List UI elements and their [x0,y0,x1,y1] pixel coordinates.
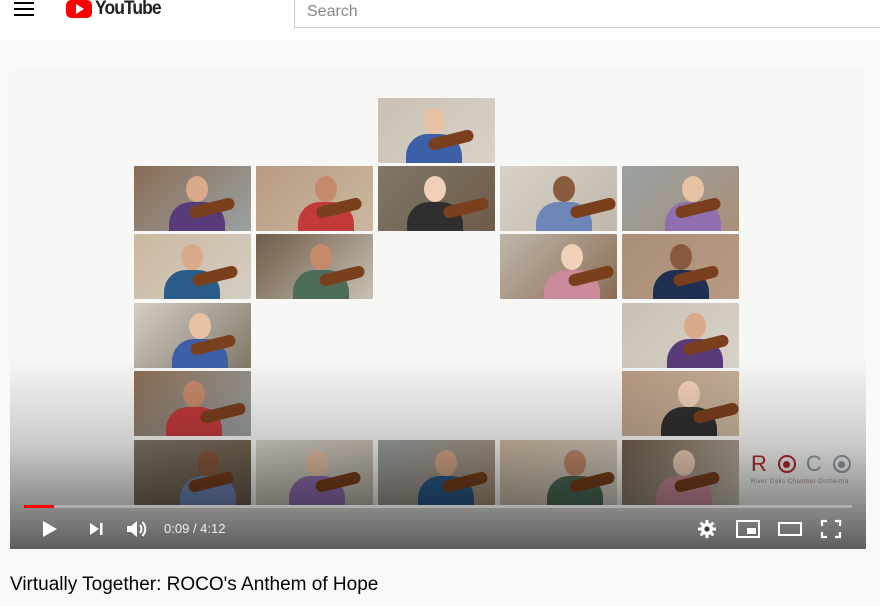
musician-video-tile [378,440,495,505]
roco-circle-mark [777,455,796,473]
current-time: 0:09 [164,521,190,536]
youtube-logo-icon [66,0,92,18]
hamburger-icon[interactable] [14,2,34,16]
theater-mode-icon [778,522,802,536]
video-player[interactable]: R C River Oaks Chamber Orchestra 0:09 / [10,68,866,549]
progress-played [24,505,54,508]
volume-icon [127,521,147,537]
musician-video-tile [256,166,373,231]
time-display: 0:09 / 4:12 [164,521,225,536]
musician-video-tile [622,440,739,505]
musician-video-tile [378,98,495,163]
musician-video-tile [622,303,739,368]
theater-mode-button[interactable] [776,515,804,543]
gear-icon [698,520,716,538]
musician-video-tile [134,166,251,231]
video-title: Virtually Together: ROCO's Anthem of Hop… [10,574,379,595]
play-button[interactable] [38,515,62,543]
roco-letter-c: C [805,451,823,476]
miniplayer-icon [736,520,760,538]
musician-video-tile [500,234,617,299]
musician-video-tile [500,440,617,505]
next-button[interactable] [86,515,108,543]
youtube-logo-text: YouTube [95,0,162,19]
musician-video-tile [134,234,251,299]
musician-video-tile [134,371,251,436]
musician-video-tile [622,371,739,436]
player-controls: 0:09 / 4:12 [10,515,866,543]
play-icon [43,521,57,537]
roco-logo: R C River Oaks Chamber Orchestra [751,451,861,495]
progress-bar[interactable] [24,505,852,508]
musician-video-tile [256,234,373,299]
settings-button[interactable] [696,515,718,543]
fullscreen-icon [820,519,842,539]
youtube-logo[interactable]: YouTube [66,0,166,19]
duration: 4:12 [200,521,226,536]
miniplayer-button[interactable] [734,515,762,543]
next-icon [90,523,103,535]
search-input[interactable] [294,0,880,28]
fullscreen-button[interactable] [818,515,844,543]
masthead: YouTube [0,0,880,40]
musician-video-tile [134,440,251,505]
mute-button[interactable] [124,515,150,543]
musician-video-tile [622,166,739,231]
musician-video-tile [500,166,617,231]
roco-circle-mark [832,455,851,473]
musician-video-tile [378,166,495,231]
musician-video-tile [622,234,739,299]
musician-video-tile [256,440,373,505]
musician-video-tile [134,303,251,368]
roco-letter-r: R [751,451,768,476]
roco-subtitle: River Oaks Chamber Orchestra [751,479,850,485]
